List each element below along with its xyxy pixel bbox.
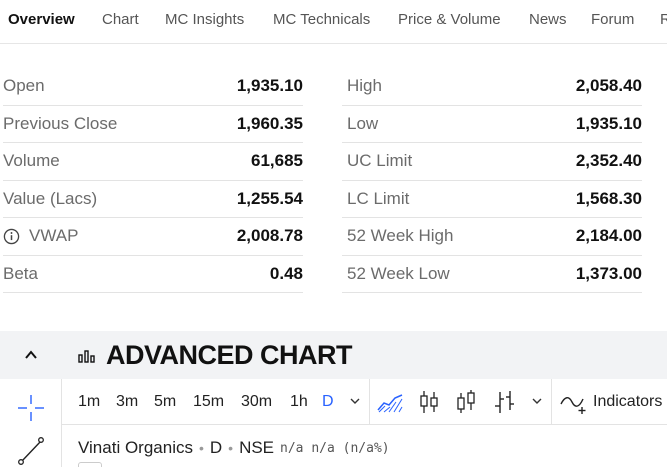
stat-label: Beta bbox=[3, 263, 38, 283]
stat-label: LC Limit bbox=[347, 188, 410, 208]
stat-value: 1,568.30 bbox=[575, 188, 642, 208]
legend-exchange: NSE bbox=[239, 438, 275, 457]
info-icon[interactable] bbox=[3, 228, 20, 245]
crosshair-tool[interactable] bbox=[14, 391, 48, 425]
tab-more[interactable]: R bbox=[660, 0, 667, 43]
bar-chart-icon bbox=[78, 350, 95, 363]
stat-value: 2,184.00 bbox=[575, 226, 642, 246]
tab-mc-insights[interactable]: MC Insights bbox=[165, 0, 244, 43]
stat-label: Low bbox=[347, 113, 379, 133]
stat-row-value-lacs: Value (Lacs) 1,255.54 bbox=[3, 181, 303, 218]
stat-value: 1,960.35 bbox=[236, 113, 303, 133]
stat-label: Open bbox=[3, 76, 45, 96]
timeframe-1m[interactable]: 1m bbox=[78, 379, 100, 425]
stats-left-column: Open 1,935.10 Previous Close 1,960.35 Vo… bbox=[3, 68, 303, 293]
candlestick-icon bbox=[420, 391, 438, 413]
candlestick-button[interactable] bbox=[415, 388, 443, 416]
stat-value: 1,373.00 bbox=[575, 263, 642, 283]
stat-row-open: Open 1,935.10 bbox=[3, 68, 303, 106]
drawing-toolbar bbox=[0, 379, 62, 467]
chevron-up-icon bbox=[25, 350, 37, 359]
stat-value: 2,008.78 bbox=[236, 226, 303, 246]
stat-value: 61,685 bbox=[251, 151, 303, 171]
stats-right-column: High 2,058.40 Low 1,935.10 UC Limit 2,35… bbox=[342, 68, 642, 293]
collapse-button[interactable] bbox=[0, 331, 62, 379]
stat-row-52-week-high: 52 Week High 2,184.00 bbox=[342, 218, 642, 256]
stat-value: 2,352.40 bbox=[575, 151, 642, 171]
stat-label: Previous Close bbox=[3, 113, 118, 133]
chevron-down-icon[interactable] bbox=[348, 394, 362, 408]
tab-overview[interactable]: Overview bbox=[8, 0, 75, 43]
legend-separator: • bbox=[228, 440, 234, 456]
tab-chart[interactable]: Chart bbox=[102, 0, 139, 43]
tab-price-volume[interactable]: Price & Volume bbox=[398, 0, 501, 43]
stat-label: High bbox=[347, 76, 382, 96]
legend-values: n/a n/a (n/a%) bbox=[280, 440, 390, 456]
stat-label: UC Limit bbox=[347, 151, 413, 171]
legend-separator: • bbox=[198, 440, 204, 456]
stat-label: VWAP bbox=[29, 226, 79, 246]
tab-forum[interactable]: Forum bbox=[591, 0, 634, 43]
hollow-candle-button[interactable] bbox=[452, 388, 480, 416]
area-chart-icon bbox=[377, 394, 403, 413]
stat-value: 0.48 bbox=[269, 263, 303, 283]
timeframe-5m[interactable]: 5m bbox=[154, 379, 176, 425]
stat-row-lc-limit: LC Limit 1,568.30 bbox=[342, 181, 642, 218]
trend-line-tool[interactable] bbox=[14, 433, 48, 467]
stat-row-high: High 2,058.40 bbox=[342, 68, 642, 106]
stat-label: Value (Lacs) bbox=[3, 188, 98, 208]
ohlc-bars-button[interactable] bbox=[490, 388, 518, 416]
stat-label-wrap: VWAP bbox=[3, 226, 78, 246]
chart-title: ADVANCED CHART bbox=[106, 339, 353, 370]
stat-label: 52 Week High bbox=[347, 226, 454, 246]
chevron-down-icon[interactable] bbox=[530, 394, 544, 408]
indicators-icon bbox=[560, 397, 586, 414]
stat-value: 1,935.10 bbox=[236, 76, 303, 96]
indicators-button[interactable]: Indicators bbox=[559, 379, 662, 425]
timeframe-3m[interactable]: 3m bbox=[116, 379, 138, 425]
crosshair-icon bbox=[18, 395, 44, 421]
chart-legend: Vinati Organics • D • NSE n/a n/a (n/a%) bbox=[78, 436, 390, 460]
timeframe-15m[interactable]: 15m bbox=[193, 379, 224, 425]
chart-title-wrap: ADVANCED CHART bbox=[78, 331, 353, 379]
advanced-chart-header: ADVANCED CHART bbox=[0, 331, 667, 379]
stat-row-previous-close: Previous Close 1,960.35 bbox=[3, 106, 303, 143]
timeframe-d[interactable]: D bbox=[322, 379, 334, 425]
indicators-label: Indicators bbox=[593, 393, 663, 410]
trend-line-icon bbox=[18, 437, 44, 465]
timeframe-1h[interactable]: 1h bbox=[290, 379, 308, 425]
chart-toolbar: 1m 3m 5m 15m 30m 1h D Indicators bbox=[62, 379, 667, 425]
ohlc-bars-icon bbox=[495, 391, 514, 413]
tab-news[interactable]: News bbox=[529, 0, 567, 43]
stat-value: 1,255.54 bbox=[236, 188, 303, 208]
top-tab-bar: Overview Chart MC Insights MC Technicals… bbox=[0, 0, 667, 44]
toolbar-divider bbox=[551, 379, 552, 425]
stat-value: 2,058.40 bbox=[575, 76, 642, 96]
stat-value: 1,935.10 bbox=[575, 113, 642, 133]
legend-toggle[interactable] bbox=[78, 462, 102, 467]
timeframe-30m[interactable]: 30m bbox=[241, 379, 272, 425]
legend-symbol: Vinati Organics bbox=[78, 438, 193, 457]
tab-mc-technicals[interactable]: MC Technicals bbox=[273, 0, 370, 43]
legend-interval: D bbox=[209, 438, 223, 457]
stat-row-vwap: VWAP 2,008.78 bbox=[3, 218, 303, 256]
stat-row-beta: Beta 0.48 bbox=[3, 256, 303, 293]
stat-row-52-week-low: 52 Week Low 1,373.00 bbox=[342, 256, 642, 293]
stat-row-volume: Volume 61,685 bbox=[3, 143, 303, 181]
area-chart-button[interactable] bbox=[376, 388, 404, 416]
hollow-candle-icon bbox=[457, 390, 475, 413]
stat-row-low: Low 1,935.10 bbox=[342, 106, 642, 143]
stat-row-uc-limit: UC Limit 2,352.40 bbox=[342, 143, 642, 181]
stat-label: Volume bbox=[3, 151, 60, 171]
toolbar-divider bbox=[369, 379, 370, 425]
stat-label: 52 Week Low bbox=[347, 263, 450, 283]
